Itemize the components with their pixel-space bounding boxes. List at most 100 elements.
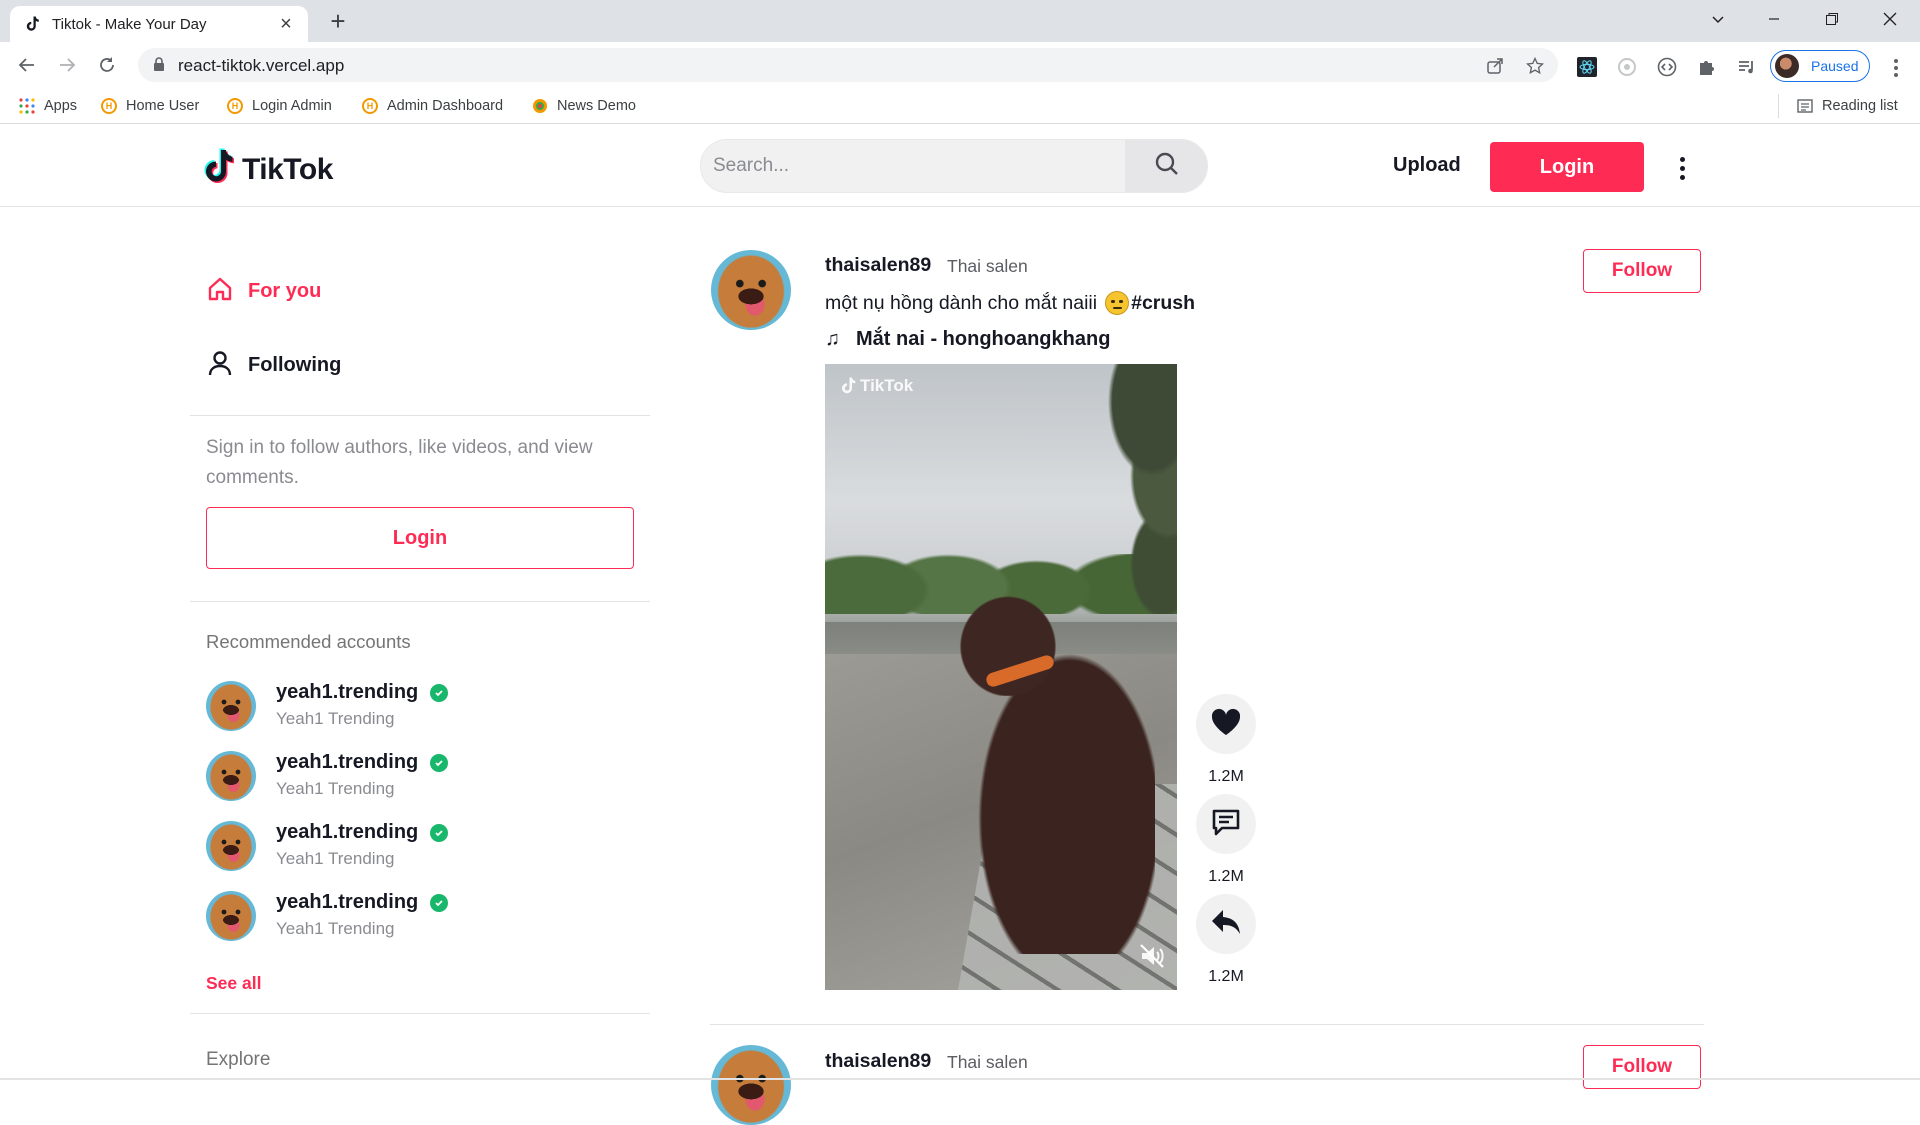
sidebar-login-button[interactable]: Login (206, 507, 634, 569)
search-input[interactable] (701, 140, 1123, 192)
sidebar-item-following[interactable]: Following (206, 349, 341, 381)
bookmarks-bar: Apps H Home User H Login Admin H Admin D… (0, 88, 1920, 124)
back-icon[interactable] (12, 50, 42, 80)
restore-button[interactable] (1804, 0, 1860, 38)
sidebar-item-for-you[interactable]: For you (206, 275, 321, 307)
bookmark-h-icon: H (361, 97, 379, 115)
video-watermark: TikTok (839, 376, 913, 396)
search-button[interactable] (1125, 140, 1207, 192)
sidebar-divider (190, 601, 650, 602)
profile-button[interactable]: Paused (1770, 50, 1870, 82)
search-bar (700, 139, 1208, 193)
sidebar: For you Following Sign in to follow auth… (190, 207, 650, 1080)
recommended-account[interactable]: yeah1.trending Yeah1 Trending (206, 817, 646, 873)
comment-count: 1.2M (1208, 868, 1244, 885)
post-music[interactable]: ♫ Mắt nai - honghoangkhang (825, 328, 1110, 351)
account-display-name: Yeah1 Trending (276, 709, 395, 728)
account-username: yeah1.trending (276, 821, 449, 844)
apps-grid-icon (18, 97, 36, 115)
tab-search-icon[interactable] (1690, 0, 1746, 38)
see-all-link[interactable]: See all (206, 973, 261, 994)
bookmark-news-demo[interactable]: News Demo (531, 95, 636, 117)
media-control-icon[interactable] (1736, 56, 1758, 78)
bookmark-login-admin[interactable]: H Login Admin (226, 95, 332, 117)
account-username-text: yeah1.trending (276, 891, 419, 913)
like-button[interactable] (1196, 694, 1256, 754)
share-icon[interactable] (1484, 55, 1506, 77)
home-icon (206, 275, 234, 308)
share-button[interactable] (1196, 894, 1256, 954)
account-username-text: yeah1.trending (276, 681, 419, 703)
comment-button[interactable] (1196, 794, 1256, 854)
account-username-text: yeah1.trending (276, 821, 419, 843)
extension-circle-icon[interactable] (1616, 56, 1638, 78)
address-bar[interactable]: react-tiktok.vercel.app (138, 48, 1558, 82)
profile-avatar (1775, 54, 1799, 78)
browser-tab[interactable]: Tiktok - Make Your Day × (10, 6, 308, 42)
mute-icon[interactable] (1138, 942, 1166, 975)
forward-icon[interactable] (52, 50, 82, 80)
bookmark-star-icon[interactable] (1524, 55, 1546, 77)
recommended-account[interactable]: yeah1.trending Yeah1 Trending (206, 747, 646, 803)
bookmark-h-icon: H (100, 97, 118, 115)
bookmarks-separator (1778, 94, 1779, 118)
avatar (206, 751, 256, 801)
avatar (206, 681, 256, 731)
verified-badge-icon (430, 753, 449, 772)
post-display-name: Thai salen (947, 256, 1028, 276)
reading-list-button[interactable]: Reading list (1796, 95, 1898, 117)
sidebar-item-label: Following (248, 353, 342, 376)
verified-badge-icon (430, 683, 449, 702)
reading-list-icon (1796, 97, 1814, 115)
bookmark-home-user[interactable]: H Home User (100, 95, 199, 117)
account-username: yeah1.trending (276, 891, 449, 914)
recommended-account[interactable]: yeah1.trending Yeah1 Trending (206, 677, 646, 733)
react-devtools-icon[interactable] (1576, 56, 1598, 78)
header-login-button[interactable]: Login (1490, 142, 1644, 192)
logo-text: TikTok (242, 152, 333, 186)
caption-text: một nụ hồng dành cho mắt naiii (825, 291, 1098, 314)
explore-title: Explore (206, 1049, 271, 1070)
extensions-puzzle-icon[interactable] (1696, 56, 1718, 78)
news-demo-icon (531, 97, 549, 115)
new-tab-button[interactable]: + (322, 6, 354, 38)
comment-icon (1210, 806, 1242, 843)
post-display-name: Thai salen (947, 1052, 1028, 1072)
tiktok-logo[interactable]: TikTok (200, 147, 333, 192)
follow-button[interactable]: Follow (1583, 1045, 1701, 1089)
bookmark-apps[interactable]: Apps (18, 95, 77, 117)
tab-close-icon[interactable]: × (276, 14, 296, 34)
avatar (206, 891, 256, 941)
hashtag-link[interactable]: #crush (1131, 292, 1195, 315)
post-author-avatar[interactable] (711, 1045, 791, 1125)
account-username: yeah1.trending (276, 681, 449, 704)
profile-status: Paused (1811, 58, 1859, 74)
extension-code-icon[interactable] (1656, 56, 1678, 78)
reload-icon[interactable] (92, 50, 122, 80)
share-count: 1.2M (1208, 968, 1244, 985)
video-player[interactable]: TikTok (825, 364, 1177, 990)
verified-badge-icon (430, 823, 449, 842)
watermark-text: TikTok (860, 376, 914, 395)
user-icon (206, 349, 234, 382)
tiktok-logo-icon (200, 147, 236, 192)
post-username[interactable]: thaisalen89 (825, 1050, 931, 1073)
account-display-name: Yeah1 Trending (276, 779, 395, 798)
recommended-account[interactable]: yeah1.trending Yeah1 Trending (206, 887, 646, 943)
sidebar-item-label: For you (248, 279, 322, 302)
bookmark-label: Admin Dashboard (387, 98, 504, 114)
post-author-avatar[interactable] (711, 250, 791, 330)
follow-button[interactable]: Follow (1583, 249, 1701, 293)
minimize-button[interactable] (1746, 0, 1802, 38)
bookmark-admin-dashboard[interactable]: H Admin Dashboard (361, 95, 503, 117)
upload-button[interactable]: Upload (1393, 154, 1461, 177)
tab-title: Tiktok - Make Your Day (52, 15, 207, 33)
post-username[interactable]: thaisalen89 (825, 254, 931, 277)
close-window-button[interactable] (1862, 0, 1918, 38)
verified-badge-icon (430, 893, 449, 912)
bookmark-label: Apps (44, 98, 78, 114)
lock-icon[interactable] (152, 56, 166, 77)
more-options-icon[interactable] (1680, 157, 1685, 180)
avatar (206, 821, 256, 871)
browser-menu-icon[interactable] (1884, 56, 1908, 80)
